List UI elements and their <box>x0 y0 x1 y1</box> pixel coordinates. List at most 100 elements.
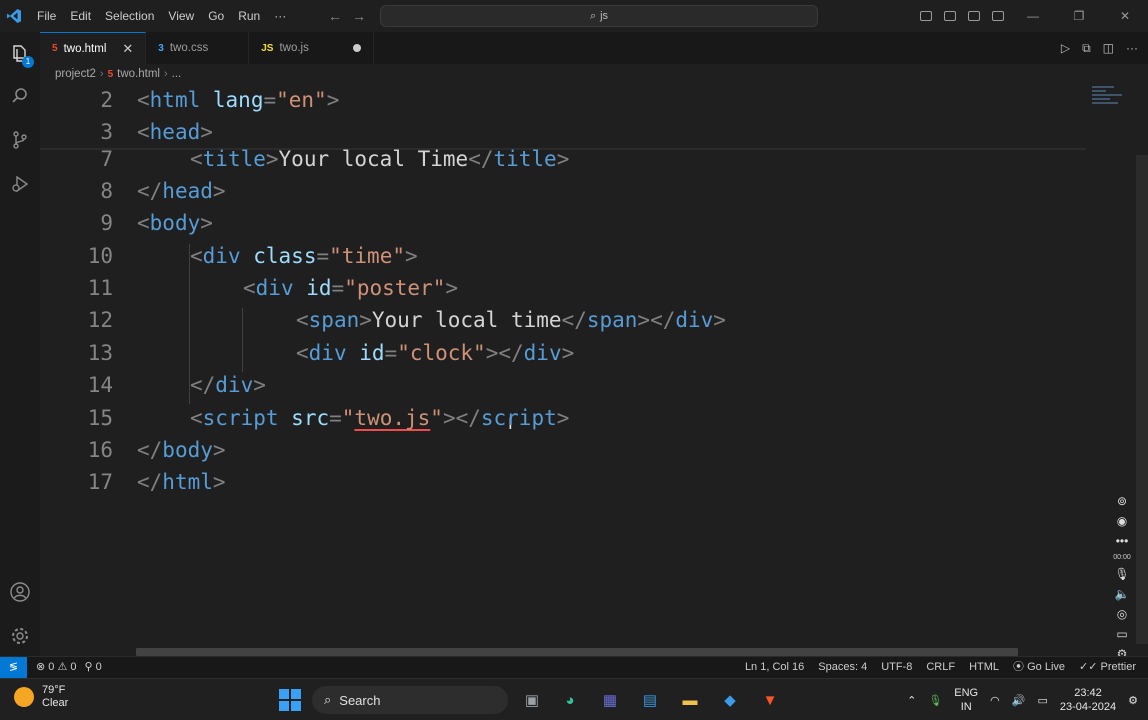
system-clock[interactable]: 23:42 23-04-2024 <box>1060 686 1116 714</box>
remote-indicator-icon[interactable]: ≶ <box>0 657 27 679</box>
microphone-icon[interactable]: 🎙 <box>928 694 942 707</box>
status-right: Ln 1, Col 16 Spaces: 4 UTF-8 CRLF HTML ⦿… <box>745 657 1136 678</box>
vscode-taskbar-icon[interactable]: ◆ <box>718 688 742 712</box>
code-line[interactable]: 17 </html> <box>40 466 1086 498</box>
code-token: "en" <box>276 88 327 112</box>
task-view-icon[interactable]: ▣ <box>520 688 544 712</box>
speaker-icon[interactable]: 🔈 <box>1115 587 1130 601</box>
menu-run[interactable]: Run <box>231 0 267 32</box>
menu-file[interactable]: File <box>30 0 63 32</box>
vertical-scrollbar[interactable] <box>1136 155 1148 644</box>
code-line[interactable]: 13 <div id="clock"></div> <box>40 337 1086 369</box>
go-live-button[interactable]: ⦿ Go Live <box>1013 657 1065 678</box>
restore-button[interactable]: ❐ <box>1056 0 1102 32</box>
line-ending[interactable]: CRLF <box>926 657 955 678</box>
code-token: "time" <box>329 244 405 268</box>
toggle-panel-icon[interactable] <box>938 0 962 32</box>
close-window-button[interactable]: ✕ <box>1102 0 1148 32</box>
manage-gear-icon[interactable] <box>0 616 40 656</box>
webcam-icon[interactable]: ◎ <box>1117 607 1127 621</box>
code-token: </ <box>137 470 163 494</box>
volume-icon[interactable]: 🔊 <box>1012 694 1026 707</box>
code-line[interactable]: 12 <span>Your local time</span></div> <box>40 304 1086 336</box>
menu-edit[interactable]: Edit <box>63 0 98 32</box>
code-token: script <box>202 406 279 430</box>
source-control-icon[interactable] <box>0 120 40 160</box>
explorer-icon[interactable]: 1 <box>0 34 40 74</box>
file-explorer-icon[interactable]: ▬ <box>678 688 702 712</box>
split-editor-icon[interactable]: ◫ <box>1103 41 1114 55</box>
breadcrumb-file[interactable]: two.html <box>117 68 160 80</box>
toggle-primary-sidebar-icon[interactable] <box>914 0 938 32</box>
code-line[interactable]: 2 <html lang="en"> <box>40 84 1086 116</box>
minimize-button[interactable]: — <box>1010 0 1056 32</box>
tab-two-html[interactable]: 5 two.html ✕ <box>40 32 147 64</box>
start-windows-icon[interactable] <box>278 688 302 712</box>
weather-widget[interactable]: 79°F Clear <box>14 684 68 710</box>
code-text: <title>Your local Time</title> <box>190 143 569 175</box>
minimap[interactable] <box>1086 84 1136 144</box>
menu-selection[interactable]: Selection <box>98 0 161 32</box>
code-line[interactable]: 15 <script src="two.js"></script> <box>40 402 1086 434</box>
customize-layout-icon[interactable] <box>986 0 1010 32</box>
language-mode[interactable]: HTML <box>969 657 999 678</box>
notifications-icon[interactable]: ⚙ <box>1128 694 1138 707</box>
indentation[interactable]: Spaces: 4 <box>818 657 867 678</box>
close-tab-icon[interactable]: ✕ <box>122 41 133 57</box>
tab-two-js[interactable]: JS two.js <box>249 32 374 64</box>
encoding[interactable]: UTF-8 <box>881 657 912 678</box>
cursor-position[interactable]: Ln 1, Col 16 <box>745 657 804 678</box>
ports-status[interactable]: ⚲ 0 <box>85 657 102 678</box>
code-line[interactable]: 11 <div id="poster"> <box>40 272 1086 304</box>
breadcrumb-folder[interactable]: project2 <box>55 68 96 80</box>
brave-browser-icon[interactable]: ▼ <box>758 688 782 712</box>
run-icon[interactable]: ▷ <box>1061 41 1070 55</box>
chevron-up-icon[interactable]: ⌃ <box>907 694 916 707</box>
wifi-icon[interactable]: ◠ <box>990 694 1000 707</box>
code-token: id <box>306 276 332 300</box>
teams-icon[interactable]: ▦ <box>598 688 622 712</box>
input-language[interactable]: ENG IN <box>954 686 978 714</box>
forward-arrow-icon[interactable]: → <box>352 8 366 24</box>
code-line[interactable]: 16 </body> <box>40 434 1086 466</box>
store-icon[interactable]: ▤ <box>638 688 662 712</box>
more-icon[interactable]: ••• <box>1116 534 1129 548</box>
more-actions-icon[interactable]: ··· <box>1126 41 1138 55</box>
toggle-secondary-sidebar-icon[interactable] <box>962 0 986 32</box>
code-token: > <box>212 438 226 462</box>
search-icon: ⌕ <box>324 692 332 707</box>
horizontal-scrollbar[interactable] <box>136 648 1018 656</box>
code-editor[interactable]: I 2 <html lang="en"> 3 <head> 7 <title>Your l… <box>40 84 1086 644</box>
code-line[interactable]: 14 </div> <box>40 369 1086 401</box>
code-line[interactable]: 9 <body> <box>40 207 1086 239</box>
edge-browser-icon[interactable]: ◕ <box>558 688 582 712</box>
pin-icon[interactable]: ⊚ <box>1117 494 1127 508</box>
js-file-icon: JS <box>261 42 274 54</box>
menu-more[interactable]: ··· <box>267 0 293 32</box>
command-center-search[interactable]: ⌕ js <box>380 5 818 27</box>
code-line[interactable]: 8 </head> <box>40 175 1086 207</box>
open-changes-icon[interactable]: ⧉ <box>1082 41 1091 56</box>
back-arrow-icon[interactable]: ← <box>328 8 342 24</box>
battery-icon[interactable]: ▭ <box>1037 694 1047 707</box>
menu-view[interactable]: View <box>161 0 201 32</box>
run-debug-icon[interactable] <box>0 164 40 204</box>
menu-go[interactable]: Go <box>201 0 231 32</box>
tab-two-css[interactable]: 3 two.css <box>146 32 250 64</box>
search-view-icon[interactable] <box>0 76 40 116</box>
code-token: < <box>190 244 203 268</box>
problems-status[interactable]: ⊗ 0 ⚠ 0 <box>36 657 77 678</box>
screen-icon[interactable]: ▭ <box>1116 627 1127 641</box>
code-token: > <box>445 276 459 300</box>
taskbar-search[interactable]: ⌕ Search <box>312 686 508 714</box>
unsaved-dot-icon[interactable] <box>352 44 361 52</box>
breadcrumb-more[interactable]: ... <box>172 68 182 80</box>
account-icon[interactable] <box>0 572 40 612</box>
code-line[interactable]: 7 <title>Your local Time</title> <box>40 143 1086 175</box>
code-line[interactable]: 10 <div class="time"> <box>40 240 1086 272</box>
code-text: <body> <box>137 207 213 239</box>
microphone-icon[interactable]: 🎙 <box>1114 567 1129 581</box>
prettier-status[interactable]: ✓✓ Prettier <box>1079 657 1136 678</box>
lang-top: ENG <box>954 687 979 699</box>
camera-icon[interactable]: ◉ <box>1117 514 1127 528</box>
